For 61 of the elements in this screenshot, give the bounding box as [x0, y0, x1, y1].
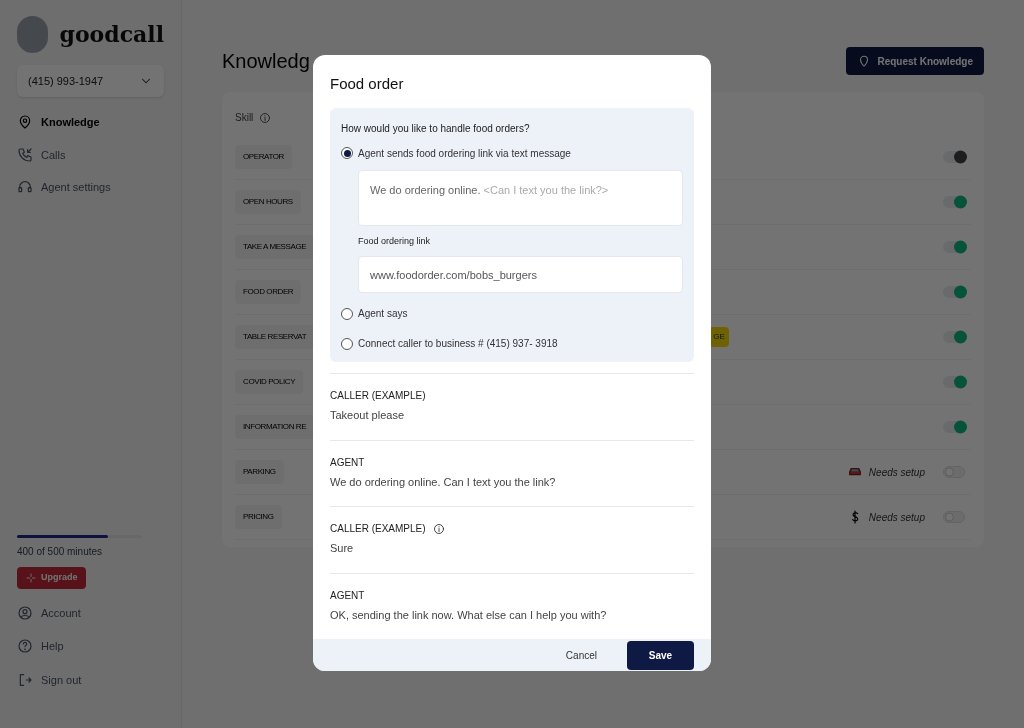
- speaker-label: AGENT: [330, 455, 365, 470]
- skill-tag: TABLE RESERVAT: [235, 325, 315, 349]
- radio-option[interactable]: Agent sends food ordering link via text message: [341, 145, 683, 161]
- toggle-switch[interactable]: [943, 286, 965, 298]
- skill-tag: FOOD ORDER: [235, 280, 302, 304]
- info-icon: [259, 111, 272, 124]
- column-header: Skill: [235, 111, 254, 125]
- radio-option[interactable]: Connect caller to business # (415) 937- 3918: [341, 336, 683, 351]
- brand-logo: goodcall: [59, 20, 164, 49]
- nav-item[interactable]: Agent settings: [17, 179, 164, 196]
- phone-icon: [17, 146, 33, 163]
- speaker-label: CALLER (EXAMPLE): [330, 522, 426, 536]
- radio-option[interactable]: Agent says: [341, 306, 683, 321]
- speech-text: OK, sending the link now. What else can I help you with?: [330, 607, 608, 623]
- request-knowledge-button[interactable]: Request Knowledge: [846, 47, 984, 75]
- setup-note: Needs setup: [868, 465, 925, 480]
- page-title: Knowledg: [222, 49, 310, 74]
- status-badge: GE: [709, 327, 729, 347]
- radio-button[interactable]: [341, 337, 353, 350]
- skill-tag: TAKE A MESSAGE: [235, 235, 315, 259]
- toggle-switch[interactable]: [943, 196, 965, 208]
- footer-link[interactable]: Sign out: [17, 671, 164, 688]
- toggle-switch[interactable]: [943, 421, 965, 433]
- nav-item[interactable]: Knowledge: [17, 114, 164, 131]
- user-icon: [17, 604, 33, 621]
- radio-button[interactable]: [341, 307, 353, 320]
- skill-tag: OPEN HOURS: [235, 190, 301, 214]
- speaker-label: CALLER (EXAMPLE): [330, 389, 426, 403]
- setup-note: Needs setup: [868, 510, 925, 525]
- field-label: Food ordering link: [358, 234, 432, 248]
- footer-link[interactable]: Account: [17, 604, 164, 621]
- question-text: How would you like to handle food orders?: [341, 121, 531, 136]
- phone-selector[interactable]: (415) 993-1947: [17, 65, 164, 97]
- toggle-switch[interactable]: [943, 331, 965, 343]
- help-icon: [17, 638, 33, 655]
- skill-tag: OPERATOR: [235, 145, 292, 169]
- link-field[interactable]: www.foodorder.com/bobs_burgers: [358, 256, 683, 293]
- usage-text: 400 of 500 minutes: [17, 544, 104, 559]
- save-button[interactable]: Save: [627, 640, 694, 670]
- message-field[interactable]: We do ordering online. <Can I text you the link?>: [358, 169, 683, 226]
- avatar: [17, 16, 48, 53]
- sparkle-icon: [25, 571, 37, 584]
- dialog-title: Food order: [330, 74, 405, 94]
- toggle-switch[interactable]: [943, 376, 965, 388]
- sign-out-icon: [17, 671, 33, 688]
- speaker-label: AGENT: [330, 588, 365, 603]
- skill-tag: INFORMATION RE: [235, 415, 315, 439]
- skill-tag: PARKING: [235, 460, 284, 484]
- upgrade-button[interactable]: Upgrade: [17, 566, 86, 589]
- pin-icon: [17, 114, 33, 131]
- toggle-switch[interactable]: [943, 241, 965, 253]
- skill-tag: COVID POLICY: [235, 370, 304, 394]
- speech-text: We do ordering online. Can I text you the link?: [330, 474, 557, 490]
- speech-text: Takeout please: [330, 408, 405, 423]
- radio-button[interactable]: [341, 147, 353, 159]
- nav-item[interactable]: Calls: [17, 146, 164, 163]
- speech-text: Sure: [330, 541, 355, 556]
- skill-tag: PRICING: [235, 505, 282, 529]
- footer-link[interactable]: Help: [17, 638, 164, 655]
- cancel-button[interactable]: Cancel: [565, 647, 597, 663]
- info-icon: [432, 522, 445, 535]
